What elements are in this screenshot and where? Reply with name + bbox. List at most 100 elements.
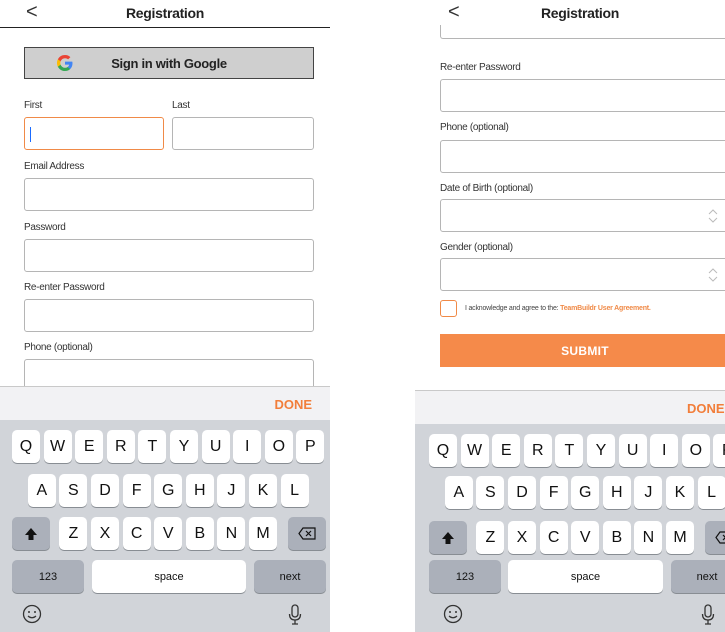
key-m[interactable]: M: [249, 517, 277, 550]
dob-select[interactable]: [440, 199, 725, 232]
key-z[interactable]: Z: [476, 521, 505, 554]
key-l[interactable]: L: [280, 474, 309, 507]
microphone-icon[interactable]: [701, 604, 715, 626]
key-u[interactable]: U: [618, 434, 647, 467]
backspace-key[interactable]: [705, 521, 725, 554]
key-x[interactable]: X: [508, 521, 536, 554]
user-agreement-link[interactable]: TeamBuildr User Agreement.: [560, 305, 651, 312]
agreement-checkbox[interactable]: [440, 300, 457, 317]
key-h[interactable]: H: [185, 474, 214, 507]
reenter-password-input[interactable]: [24, 299, 314, 332]
submit-button[interactable]: SUBMIT: [440, 334, 725, 367]
key-o[interactable]: O: [264, 430, 293, 463]
reenter-password-label: Re-enter Password: [440, 62, 521, 73]
key-j[interactable]: J: [634, 476, 663, 509]
key-k[interactable]: K: [666, 476, 694, 509]
next-key[interactable]: next: [254, 560, 326, 593]
key-n[interactable]: N: [634, 521, 663, 554]
done-button[interactable]: DONE: [687, 401, 725, 416]
key-u[interactable]: U: [201, 430, 230, 463]
phone-label: Phone (optional): [24, 342, 93, 353]
key-c[interactable]: C: [122, 517, 151, 550]
key-r[interactable]: R: [523, 434, 552, 467]
key-w[interactable]: W: [43, 430, 72, 463]
nav-bar: < Registration: [415, 0, 725, 28]
registration-screen-left: < Registration Sign in with Google First…: [0, 0, 330, 632]
keyboard-toolbar: DONE: [415, 390, 725, 424]
key-f[interactable]: F: [539, 476, 568, 509]
key-c[interactable]: C: [539, 521, 568, 554]
shift-key[interactable]: [429, 521, 467, 554]
done-button[interactable]: DONE: [274, 397, 312, 412]
space-key[interactable]: space: [92, 560, 246, 593]
key-j[interactable]: J: [217, 474, 246, 507]
page-title: Registration: [540, 5, 620, 21]
next-key[interactable]: next: [671, 560, 725, 593]
key-g[interactable]: G: [154, 474, 183, 507]
page-title: Registration: [125, 5, 205, 21]
key-i[interactable]: I: [650, 434, 679, 467]
backspace-icon: [298, 527, 316, 540]
first-name-input[interactable]: [24, 117, 164, 150]
phone-input[interactable]: [440, 140, 725, 173]
numbers-key[interactable]: 123: [12, 560, 84, 593]
key-q[interactable]: Q: [429, 434, 457, 467]
key-h[interactable]: H: [602, 476, 631, 509]
reenter-password-label: Re-enter Password: [24, 282, 105, 293]
reenter-password-input[interactable]: [440, 79, 725, 112]
up-down-chevron-icon: [708, 209, 718, 223]
last-name-input[interactable]: [172, 117, 314, 150]
key-q[interactable]: Q: [12, 430, 40, 463]
key-v[interactable]: V: [154, 517, 183, 550]
key-k[interactable]: K: [249, 474, 277, 507]
key-v[interactable]: V: [571, 521, 600, 554]
nav-bar: < Registration: [0, 0, 330, 28]
numbers-key[interactable]: 123: [429, 560, 501, 593]
space-key[interactable]: space: [508, 560, 663, 593]
key-p[interactable]: P: [713, 434, 725, 467]
backspace-key[interactable]: [288, 517, 326, 550]
key-f[interactable]: F: [122, 474, 151, 507]
key-s[interactable]: S: [476, 476, 505, 509]
google-signin-button[interactable]: Sign in with Google: [24, 47, 314, 79]
keyboard-toolbar: DONE: [0, 386, 330, 420]
key-b[interactable]: B: [185, 517, 214, 550]
keyboard-bottom-bar: [415, 598, 725, 632]
key-m[interactable]: M: [666, 521, 694, 554]
key-y[interactable]: Y: [587, 434, 615, 467]
key-a[interactable]: A: [444, 476, 473, 509]
key-e[interactable]: E: [75, 430, 104, 463]
key-b[interactable]: B: [602, 521, 631, 554]
key-y[interactable]: Y: [170, 430, 198, 463]
key-o[interactable]: O: [681, 434, 710, 467]
key-x[interactable]: X: [91, 517, 119, 550]
key-d[interactable]: D: [91, 474, 119, 507]
key-w[interactable]: W: [460, 434, 489, 467]
key-t[interactable]: T: [138, 430, 167, 463]
email-input[interactable]: [24, 178, 314, 211]
key-z[interactable]: Z: [59, 517, 88, 550]
microphone-icon[interactable]: [288, 604, 302, 626]
email-input-partial[interactable]: [440, 25, 725, 39]
emoji-icon[interactable]: [443, 604, 463, 624]
shift-icon: [442, 531, 454, 544]
key-d[interactable]: D: [508, 476, 536, 509]
gender-label: Gender (optional): [440, 242, 513, 253]
key-a[interactable]: A: [27, 474, 56, 507]
key-g[interactable]: G: [571, 476, 600, 509]
key-e[interactable]: E: [492, 434, 521, 467]
last-name-label: Last: [172, 100, 190, 111]
agreement-text: I acknowledge and agree to the: TeamBuil…: [465, 305, 651, 312]
password-input[interactable]: [24, 239, 314, 272]
shift-key[interactable]: [12, 517, 50, 550]
key-s[interactable]: S: [59, 474, 88, 507]
registration-screen-right: < Registration Re-enter Password Phone (…: [415, 0, 725, 632]
key-r[interactable]: R: [106, 430, 135, 463]
gender-select[interactable]: [440, 258, 725, 291]
key-l[interactable]: L: [697, 476, 725, 509]
key-i[interactable]: I: [233, 430, 262, 463]
key-p[interactable]: P: [296, 430, 325, 463]
key-t[interactable]: T: [555, 434, 584, 467]
emoji-icon[interactable]: [22, 604, 42, 624]
key-n[interactable]: N: [217, 517, 246, 550]
